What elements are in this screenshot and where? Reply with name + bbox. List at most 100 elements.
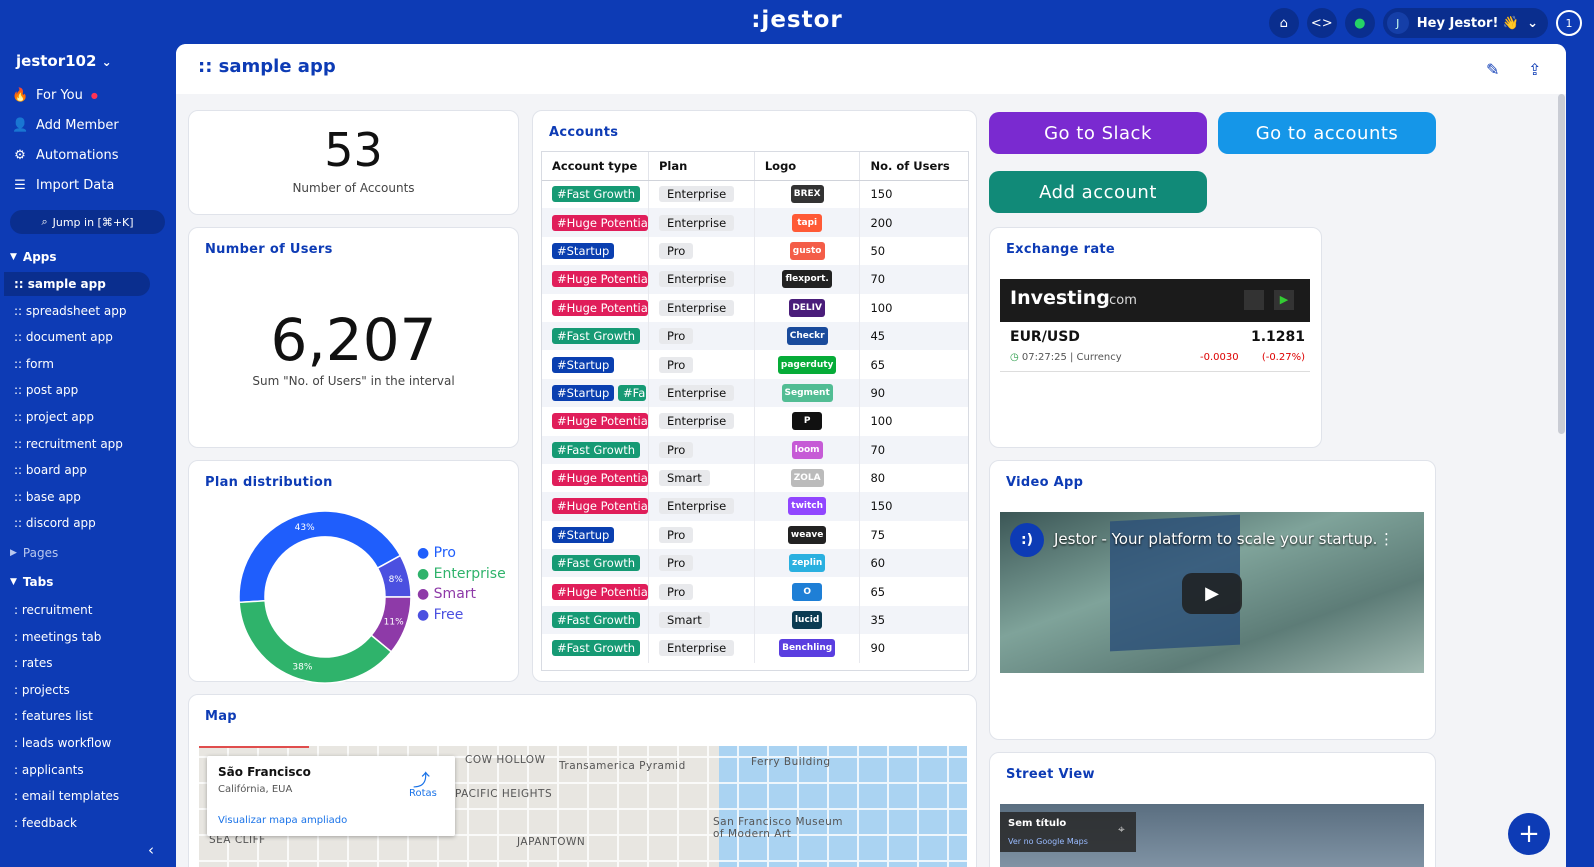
account-type-cell[interactable]: #Huge Potential (542, 265, 649, 294)
table-row[interactable]: #Huge Potential Enterprise DELIV 100 (542, 293, 968, 322)
pages-section-header[interactable]: ▶ Pages (10, 546, 58, 560)
users-cell[interactable]: 100 (859, 407, 968, 436)
account-type-cell[interactable]: #Fast Growth (542, 634, 649, 663)
account-type-cell[interactable]: #Fast Growth (542, 549, 649, 578)
table-row[interactable]: #Startup Pro weave 75 (542, 520, 968, 550)
nav-import-data[interactable]: ☰ Import Data (12, 178, 114, 193)
donut-slice-enterprise[interactable] (238, 599, 393, 684)
sidebar-tab-item[interactable]: : features list (12, 704, 158, 728)
users-cell[interactable]: 75 (859, 520, 968, 550)
add-account-button[interactable]: Add account (989, 171, 1207, 213)
add-fab-button[interactable]: + (1508, 813, 1550, 855)
donut-slice-pro[interactable] (238, 510, 402, 604)
channel-avatar[interactable]: :) (1010, 523, 1044, 557)
plan-cell[interactable]: Enterprise (648, 492, 755, 521)
plan-cell[interactable]: Smart (648, 605, 755, 635)
sidebar-app-item[interactable]: :: post app (12, 378, 158, 402)
plan-cell[interactable]: Enterprise (648, 265, 755, 294)
table-row[interactable]: #Startup #Fa Enterprise Segment 90 (542, 378, 968, 408)
users-cell[interactable]: 70 (859, 435, 968, 464)
users-cell[interactable]: 200 (859, 208, 968, 237)
logo-cell[interactable]: pagerduty (754, 350, 861, 379)
street-view-embed[interactable]: Sem título Ver no Google Maps ⌖ (1000, 804, 1424, 867)
sidebar-tab-item[interactable]: : recruitment (12, 598, 158, 622)
sidebar-tab-item[interactable]: : meetings tab (12, 625, 158, 649)
nav-automations[interactable]: ⚙ Automations (12, 148, 118, 163)
larger-map-link[interactable]: Visualizar mapa ampliado (218, 815, 347, 826)
users-cell[interactable]: 150 (859, 180, 968, 209)
sidebar-app-item[interactable]: :: document app (12, 325, 158, 349)
logo-cell[interactable]: P (754, 407, 861, 436)
notification-badge[interactable]: 1 (1556, 10, 1582, 36)
sidebar-tab-item[interactable]: : leads workflow (12, 731, 158, 755)
directions-link[interactable]: Rotas (409, 788, 437, 799)
plan-cell[interactable]: Pro (648, 549, 755, 578)
logo-cell[interactable]: Segment (754, 378, 861, 408)
logo-cell[interactable]: lucid (754, 605, 861, 635)
sidebar-tab-item[interactable]: : email templates (12, 784, 158, 808)
account-type-cell[interactable]: #Huge Potential (542, 463, 649, 493)
users-cell[interactable]: 65 (859, 350, 968, 379)
account-type-cell[interactable]: #Huge Potential (542, 492, 649, 521)
account-type-cell[interactable]: #Startup (542, 520, 649, 550)
logo-cell[interactable]: gusto (754, 236, 861, 266)
collapse-sidebar-icon[interactable]: ‹ (148, 841, 154, 859)
plan-cell[interactable]: Pro (648, 520, 755, 550)
logo-cell[interactable]: tapi (754, 208, 861, 237)
users-cell[interactable]: 80 (859, 463, 968, 493)
plan-cell[interactable]: Smart (648, 463, 755, 493)
account-type-cell[interactable]: #Huge Potential (542, 208, 649, 237)
account-type-cell[interactable]: #Huge Potential (542, 577, 649, 606)
sidebar-app-item[interactable]: :: board app (12, 458, 158, 482)
logo-cell[interactable]: Checkr (754, 321, 861, 351)
sidebar-tab-item[interactable]: : rates (12, 651, 158, 675)
column-header[interactable]: Logo (754, 152, 861, 181)
table-row[interactable]: #Huge Potential Enterprise tapi 200 (542, 208, 968, 237)
table-row[interactable]: #Startup Pro gusto 50 (542, 236, 968, 266)
play-icon[interactable]: ▶ (1182, 573, 1242, 614)
plan-cell[interactable]: Enterprise (648, 634, 755, 663)
map-view[interactable]: COW HOLLOW Transamerica Pyramid Ferry Buil… (199, 746, 967, 867)
column-header[interactable]: Account type (542, 152, 649, 181)
plan-cell[interactable]: Enterprise (648, 378, 755, 408)
sidebar-app-item[interactable]: :: project app (12, 405, 158, 429)
nav-for-you[interactable]: 🔥 For You ● (12, 88, 98, 103)
sidebar-app-item[interactable]: :: base app (12, 485, 158, 509)
nav-add-member[interactable]: 👤 Add Member (12, 118, 119, 133)
logo-cell[interactable]: Benchling (754, 634, 861, 663)
sidebar-app-item[interactable]: :: form (12, 352, 158, 376)
sidebar-tab-item[interactable]: : projects (12, 678, 158, 702)
account-type-cell[interactable]: #Huge Potential (542, 407, 649, 436)
account-type-cell[interactable]: #Huge Potential (542, 293, 649, 322)
table-row[interactable]: #Huge Potential Pro O 65 (542, 577, 968, 606)
logo-cell[interactable]: twitch (754, 492, 861, 521)
go-to-accounts-button[interactable]: Go to accounts (1218, 112, 1436, 154)
table-row[interactable]: #Startup Pro pagerduty 65 (542, 350, 968, 379)
column-header[interactable]: No. of Users (859, 152, 968, 181)
plan-cell[interactable]: Enterprise (648, 208, 755, 237)
plan-cell[interactable]: Pro (648, 350, 755, 379)
account-type-cell[interactable]: #Fast Growth (542, 180, 649, 209)
account-type-cell[interactable]: #Startup (542, 236, 649, 266)
account-type-cell[interactable]: #Startup #Fa (542, 378, 649, 408)
users-cell[interactable]: 150 (859, 492, 968, 521)
sidebar-app-item[interactable]: :: spreadsheet app (12, 299, 158, 323)
users-cell[interactable]: 70 (859, 265, 968, 294)
code-icon[interactable]: <> (1306, 8, 1337, 38)
logo-cell[interactable]: DELIV (754, 293, 861, 322)
table-row[interactable]: #Fast Growth Pro loom 70 (542, 435, 968, 464)
plan-cell[interactable]: Enterprise (648, 293, 755, 322)
users-cell[interactable]: 45 (859, 321, 968, 351)
table-row[interactable]: #Fast Growth Pro zeplin 60 (542, 549, 968, 578)
users-cell[interactable]: 65 (859, 577, 968, 606)
apple-store-icon[interactable] (1244, 290, 1264, 310)
more-options-icon[interactable]: ⋮ (1379, 530, 1394, 548)
edit-icon[interactable]: ✎ (1486, 60, 1499, 79)
plan-cell[interactable]: Pro (648, 321, 755, 351)
go-to-slack-button[interactable]: Go to Slack (989, 112, 1207, 154)
logo-cell[interactable]: loom (754, 435, 861, 464)
plan-cell[interactable]: Pro (648, 577, 755, 606)
account-type-cell[interactable]: #Startup (542, 350, 649, 379)
logo-cell[interactable]: flexport. (754, 265, 861, 294)
users-cell[interactable]: 100 (859, 293, 968, 322)
